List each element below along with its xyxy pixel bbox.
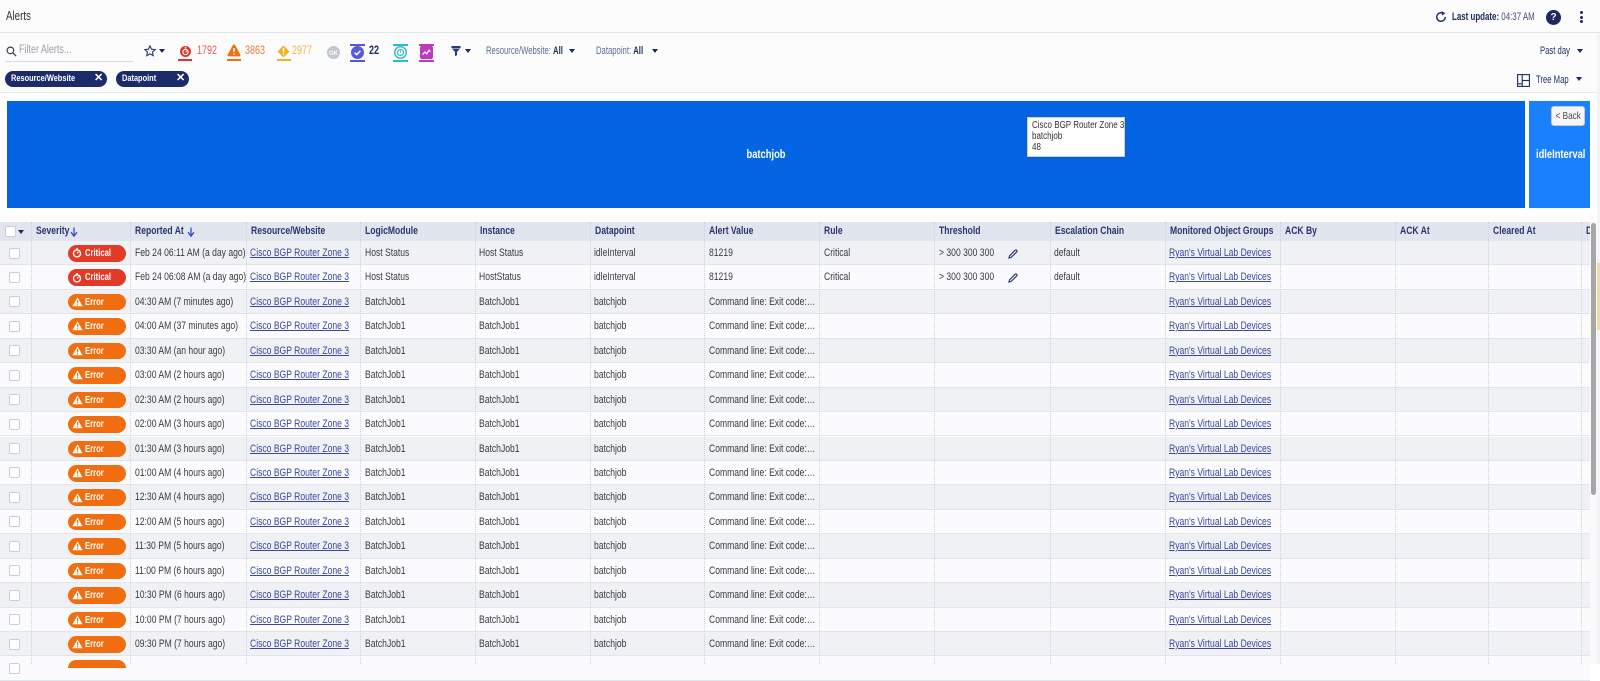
svg-text:OK: OK <box>329 51 339 57</box>
